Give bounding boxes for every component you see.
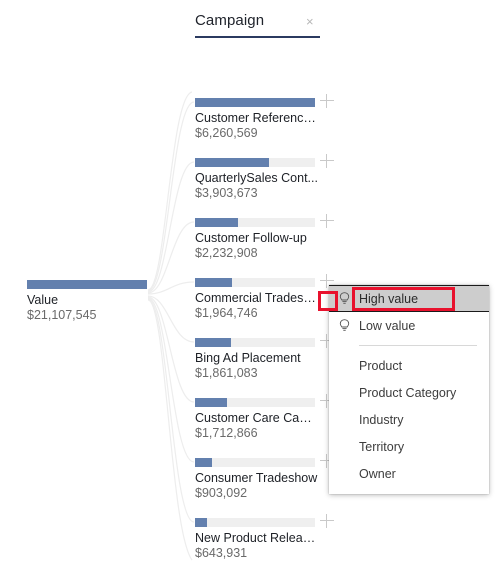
annotation-highlight-expand-icon: [318, 291, 338, 311]
child-node-label: Customer Follow-up: [195, 231, 307, 245]
child-node[interactable]: Bing Ad Placement $1,861,083: [195, 334, 334, 380]
plus-icon[interactable]: [319, 513, 335, 529]
menu-separator: [359, 345, 477, 346]
child-node-label: Consumer Tradeshow: [195, 471, 318, 485]
plus-icon[interactable]: [319, 213, 335, 229]
child-node-label: Customer Care Cam...: [195, 411, 319, 425]
child-bar-fill: [195, 518, 207, 527]
child-bar-fill: [195, 398, 228, 407]
child-node-value-text: $903,092: [195, 486, 248, 500]
child-bar-track: [195, 454, 334, 468]
menu-item-label: Territory: [359, 439, 405, 454]
child-node-label: QuarterlySales Cont...: [195, 171, 318, 185]
menu-item-industry[interactable]: Industry: [329, 406, 489, 433]
plus-icon[interactable]: [319, 93, 335, 109]
child-bar-fill: [195, 338, 231, 347]
menu-item-label: Product Category: [359, 385, 457, 400]
child-node-value-text: $643,931: [195, 546, 248, 560]
menu-item-owner[interactable]: Owner: [329, 460, 489, 487]
child-bar-track: [195, 274, 334, 288]
child-bar-fill: [195, 458, 212, 467]
child-node-value-text: $1,712,866: [195, 426, 258, 440]
menu-item-label: Owner: [359, 466, 396, 481]
menu-item-label: Industry: [359, 412, 404, 427]
child-bar-track: [195, 154, 334, 168]
child-bar-fill: [195, 218, 239, 227]
menu-item-territory[interactable]: Territory: [329, 433, 489, 460]
child-node-value-text: $2,232,908: [195, 246, 258, 260]
child-node-value-text: $1,964,746: [195, 306, 258, 320]
child-bar-track: [195, 514, 334, 528]
annotation-highlight-high-value: [352, 287, 455, 311]
child-bar-track: [195, 94, 334, 108]
child-node[interactable]: Customer Follow-up $2,232,908: [195, 214, 334, 260]
menu-item-product-category[interactable]: Product Category: [329, 379, 489, 406]
child-bar-fill: [195, 158, 270, 167]
menu-item-label: Low value: [359, 318, 416, 333]
child-node-label: Customer Reference...: [195, 111, 319, 125]
lightbulb-icon: [329, 318, 359, 333]
child-bar-fill: [195, 98, 315, 107]
child-bar-track: [195, 394, 334, 408]
context-menu[interactable]: High value Low value Product Product Catego…: [329, 285, 489, 494]
child-bar-track: [195, 334, 334, 348]
child-node-label: Commercial Tradesh...: [195, 291, 319, 305]
child-node-value-text: $3,903,673: [195, 186, 258, 200]
menu-item-product[interactable]: Product: [329, 352, 489, 379]
menu-item-low-value[interactable]: Low value: [329, 312, 489, 339]
child-node-label: New Product Releases: [195, 531, 319, 545]
child-bar-track: [195, 214, 334, 228]
child-node-label: Bing Ad Placement: [195, 351, 301, 365]
child-node[interactable]: Consumer Tradeshow $903,092: [195, 454, 334, 500]
menu-item-label: Product: [359, 358, 403, 373]
child-node[interactable]: Customer Care Cam... $1,712,866: [195, 394, 334, 440]
child-node-value-text: $1,861,083: [195, 366, 258, 380]
child-node[interactable]: QuarterlySales Cont... $3,903,673: [195, 154, 334, 200]
child-node[interactable]: New Product Releases $643,931: [195, 514, 334, 560]
child-bar-fill: [195, 278, 233, 287]
child-node[interactable]: Customer Reference... $6,260,569: [195, 94, 334, 140]
child-node[interactable]: Commercial Tradesh... $1,964,746: [195, 274, 334, 320]
plus-icon[interactable]: [319, 153, 335, 169]
child-node-value-text: $6,260,569: [195, 126, 258, 140]
